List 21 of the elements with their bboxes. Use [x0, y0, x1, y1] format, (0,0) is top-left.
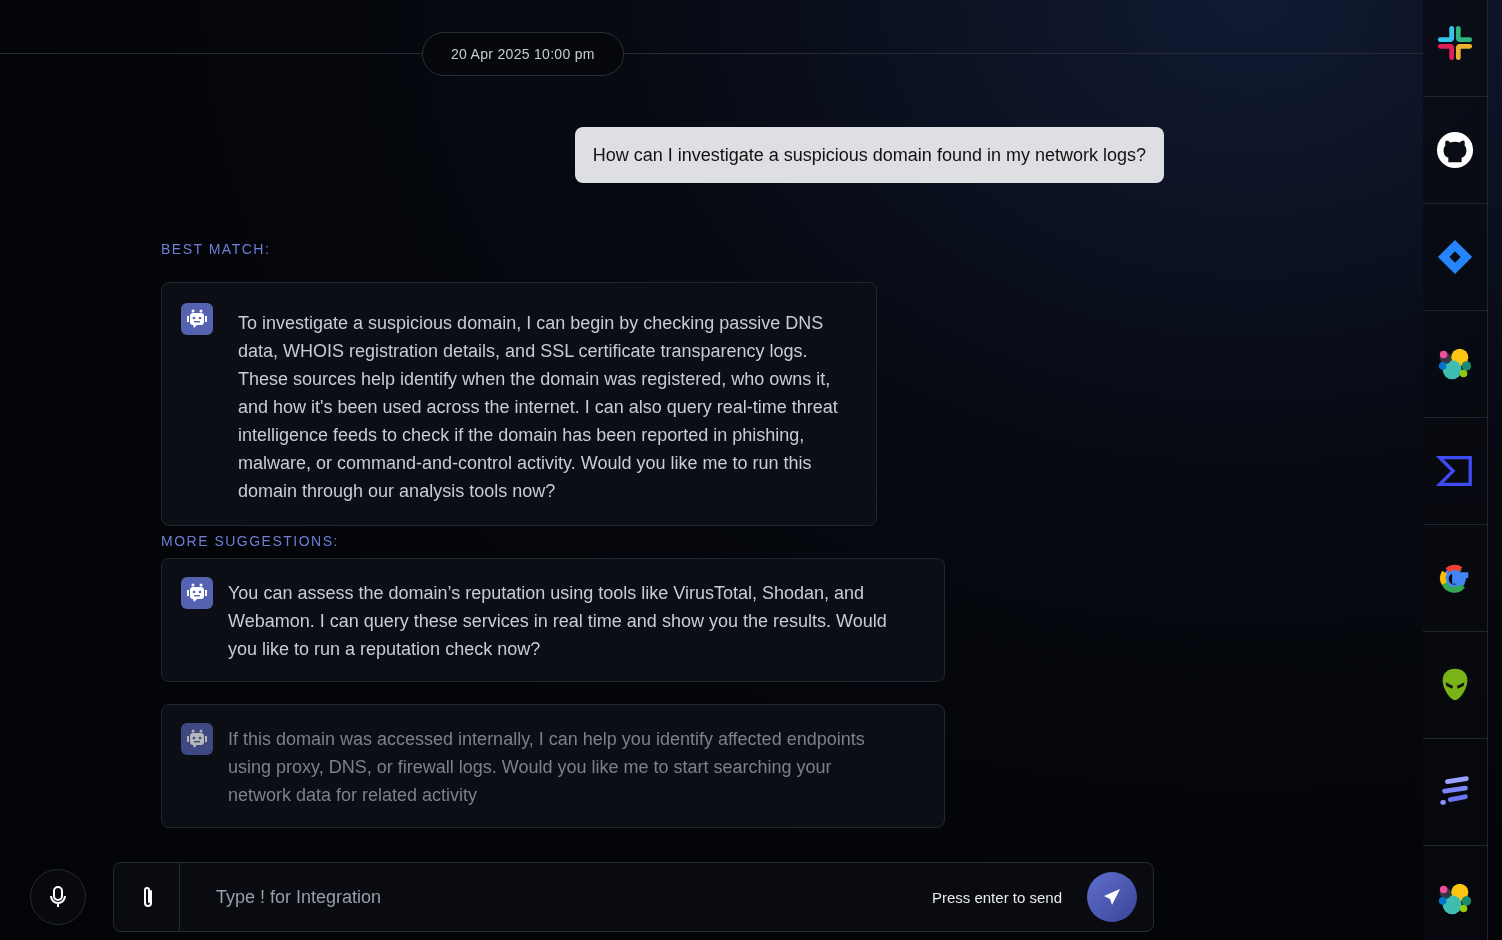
section-heading: BEST MATCH: — [161, 240, 272, 259]
robot-icon — [181, 577, 213, 609]
microphone-button[interactable] — [30, 869, 86, 925]
robot-icon — [181, 723, 213, 755]
suggestion-text: If this domain was accessed internally, I can help you identify affected endpoints using proxy, DNS, or firewall logs. Would you like me to start searching your network data for related activity — [228, 728, 866, 807]
user-message: How can I investigate a suspicious domain found in my network logs? — [574, 127, 1164, 183]
send-hint: Press enter to send — [931, 888, 1062, 906]
diamond-logo-icon — [1436, 238, 1474, 276]
suggestion-text: You can assess the domain’s reputation using tools like VirusTotal, Shodan, and Webamon. I can query these services in real time and show you the results. Would you like to run a reputation check now? — [228, 582, 888, 661]
microphone-icon — [48, 886, 68, 908]
suggestion-card[interactable]: If this domain was accessed internally, I can help you identify affected endpoints using proxy, DNS, or firewall logs. Would you like me to start searching your network data for related activity — [161, 704, 945, 828]
paper-plane-icon — [1102, 887, 1122, 907]
answer-text: To investigate a suspicious domain, I can begin by checking passive DNS data, WHOIS registration details, and SSL certificate transparency logs. These sources help identify when the domain was registered, who owns it, and how it's been used across the internet. I can also query real-time threat intelligence feeds to check if the domain has been reported in phishing, malware, or command-and-control activity. Would you like me to run this domain through our analysis tools now? — [238, 312, 839, 503]
hash-logo-icon — [1436, 24, 1474, 62]
send-button[interactable] — [1087, 872, 1137, 922]
section-heading: MORE SUGGESTIONS: — [161, 532, 340, 551]
suggestion-card[interactable]: You can assess the domain’s reputation using tools like VirusTotal, Shodan, and Webamon. I can query these services in real time and show you the results. Would you like to run a reputation check now? — [161, 558, 945, 682]
date-separator: 20 Apr 2025 10:00 pm — [422, 32, 624, 76]
cat-logo-icon — [1436, 131, 1474, 169]
robot-icon — [181, 303, 213, 335]
message-input[interactable]: Type ! for Integration — [214, 885, 932, 909]
